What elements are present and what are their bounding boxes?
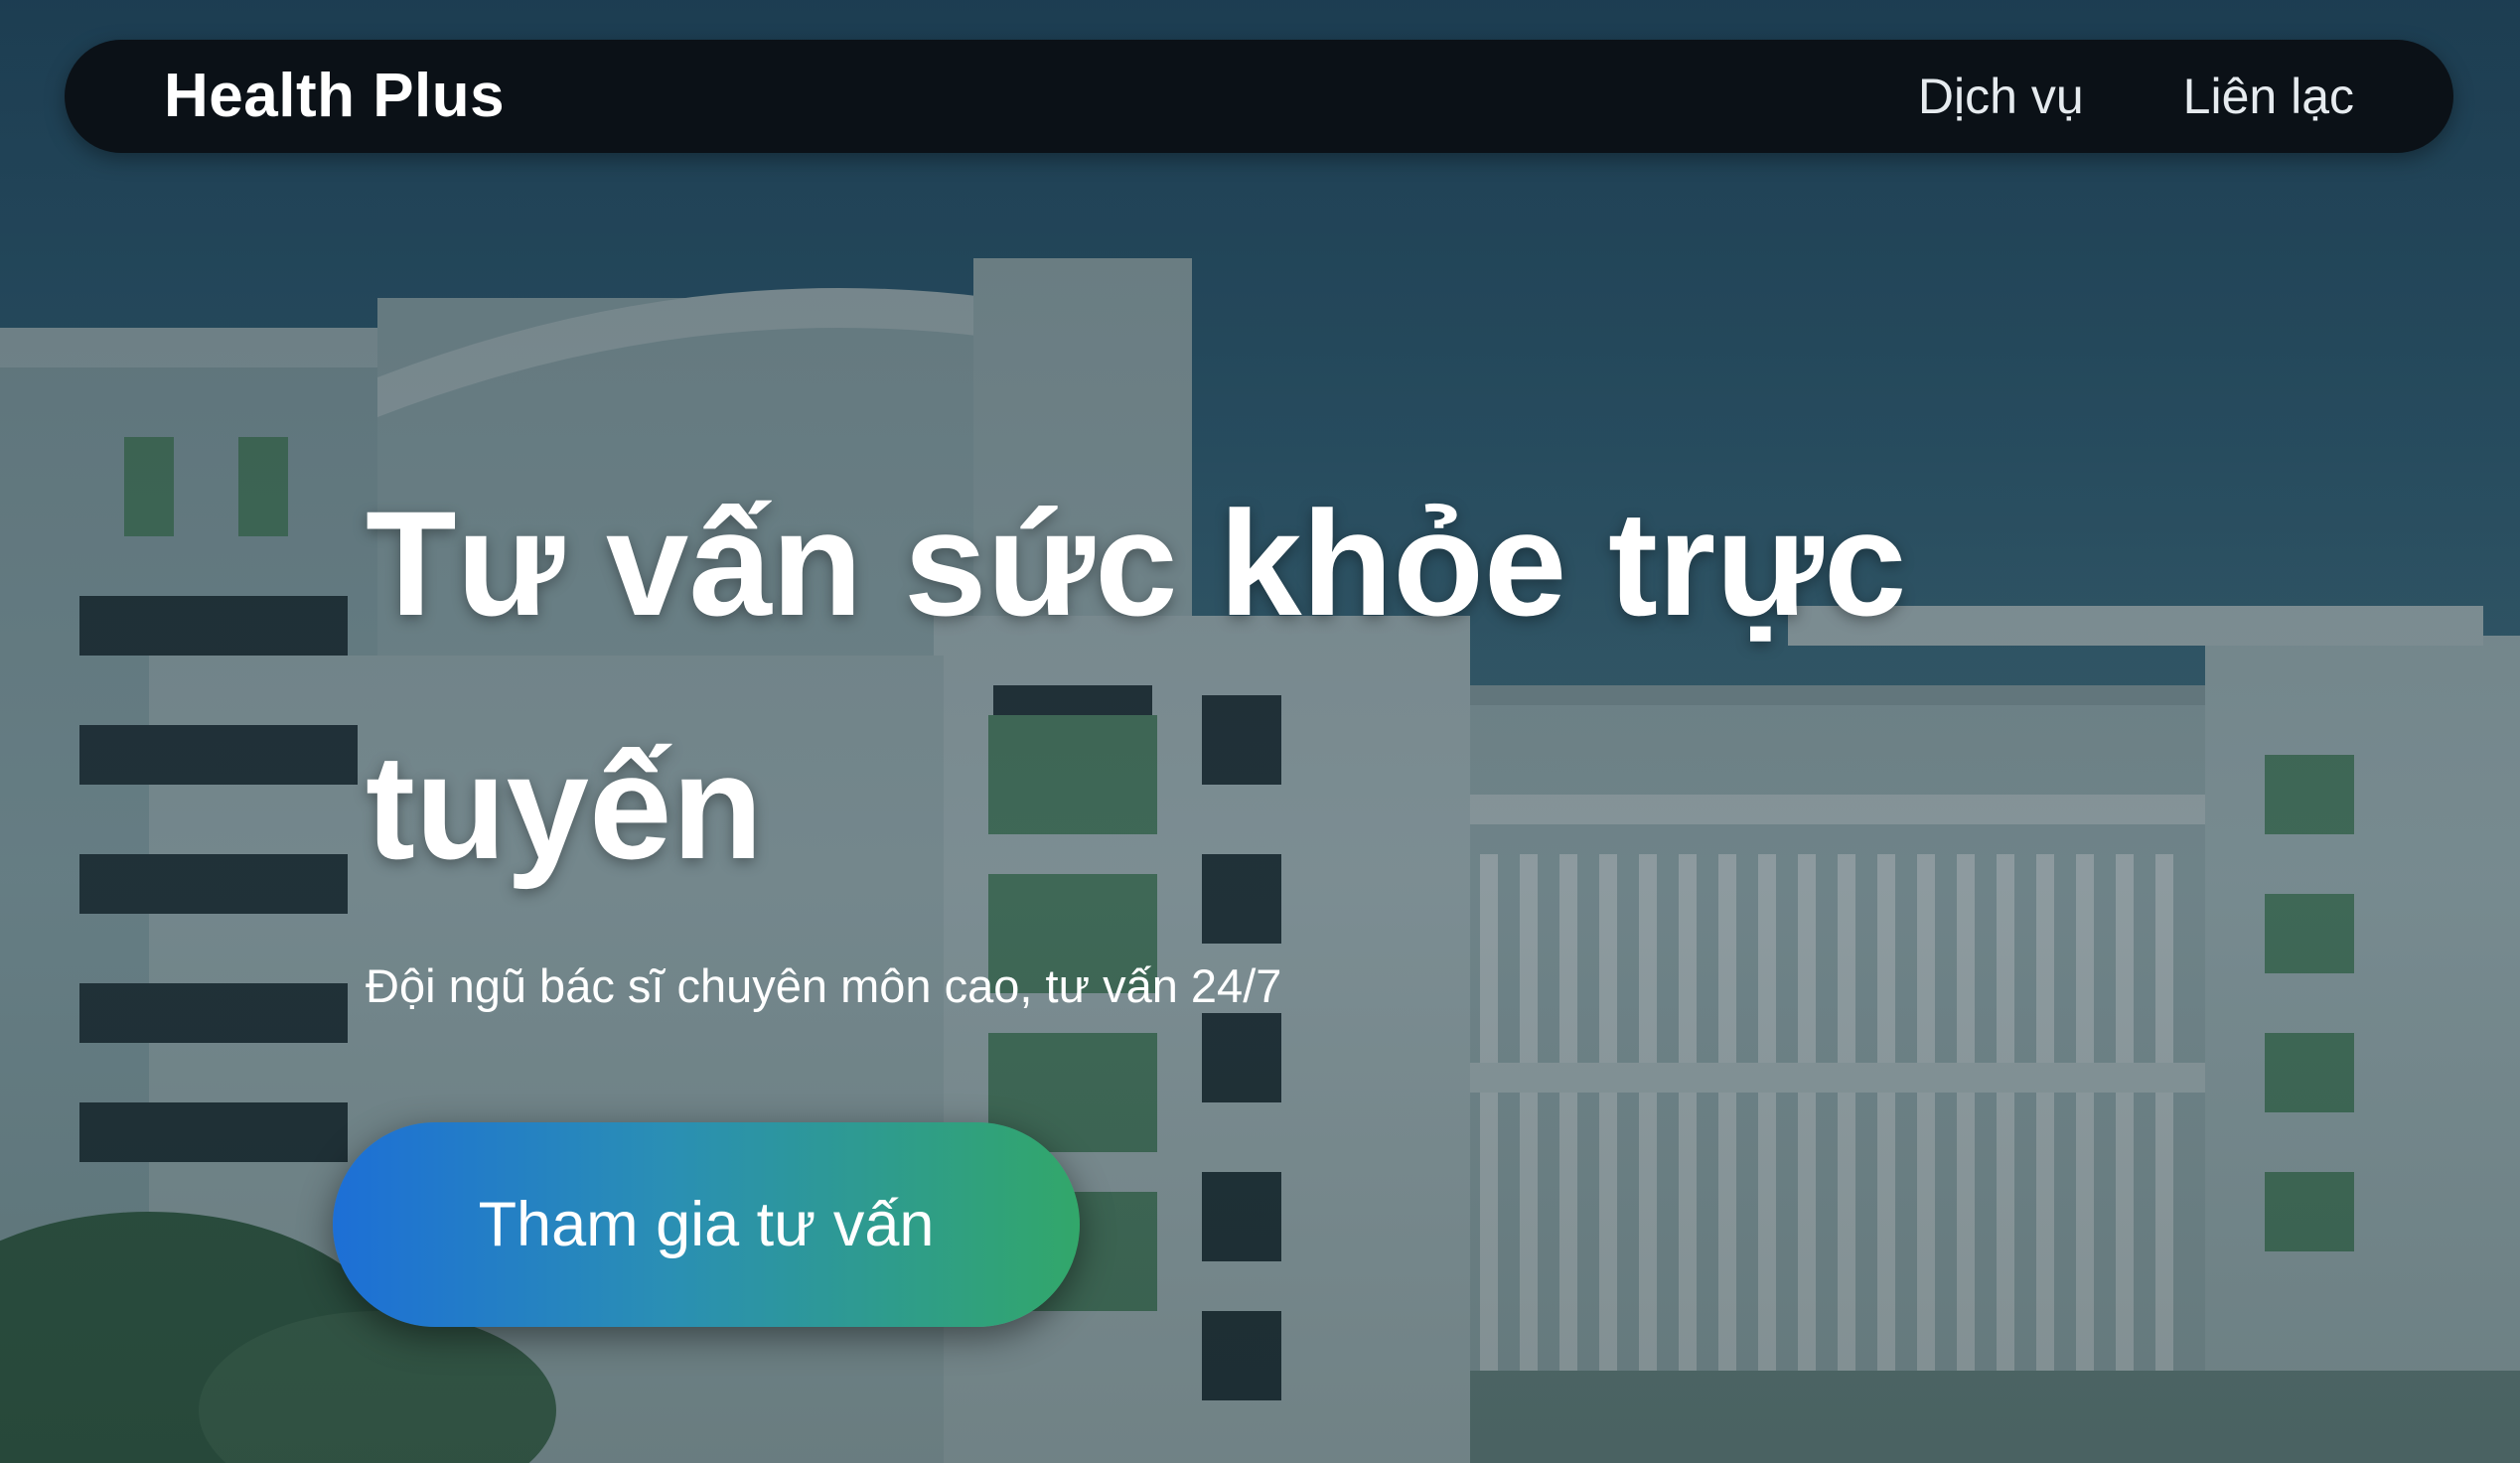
brand-logo[interactable]: Health Plus: [164, 40, 505, 153]
hero-title: Tư vấn sức khỏe trực tuyến: [366, 480, 1907, 890]
page: Health Plus Dịch vụ Liên lạc Tư vấn sức …: [0, 0, 2520, 1463]
nav-links: Dịch vụ Liên lạc: [1918, 40, 2354, 153]
hero-subtitle: Đội ngũ bác sĩ chuyên môn cao, tư vấn 24…: [366, 959, 1282, 1012]
nav-link-services[interactable]: Dịch vụ: [1918, 68, 2084, 125]
join-consultation-button[interactable]: Tham gia tư vấn: [333, 1122, 1080, 1327]
hero-section: Tư vấn sức khỏe trực tuyến Đội ngũ bác s…: [366, 442, 2054, 1012]
navbar: Health Plus Dịch vụ Liên lạc: [65, 40, 2453, 153]
nav-link-contact[interactable]: Liên lạc: [2183, 68, 2354, 125]
